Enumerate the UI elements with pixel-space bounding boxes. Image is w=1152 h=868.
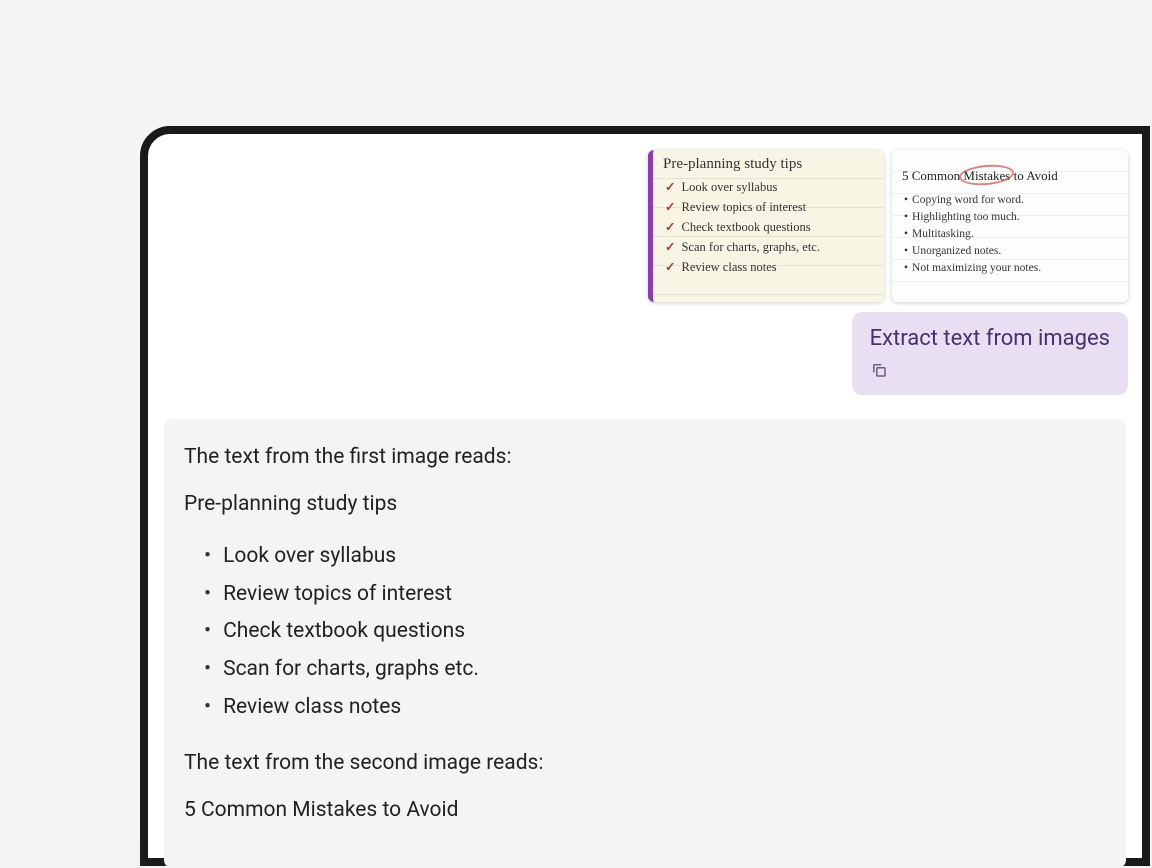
note2-item: Not maximizing your notes.	[904, 260, 1122, 277]
ai-heading-1: Pre-planning study tips	[184, 490, 1106, 519]
check-icon: ✓	[665, 257, 675, 277]
circled-word: Mistakes	[963, 168, 1010, 184]
note2-item: Multitasking.	[904, 226, 1122, 243]
list-item: Check textbook questions	[204, 613, 1106, 651]
device-frame: Pre-planning study tips ✓Look over sylla…	[140, 126, 1150, 866]
chat-area: Pre-planning study tips ✓Look over sylla…	[148, 134, 1142, 868]
check-icon: ✓	[665, 237, 675, 257]
ai-response: The text from the first image reads: Pre…	[164, 419, 1126, 868]
ai-heading-2: 5 Common Mistakes to Avoid	[184, 796, 1106, 825]
attachments-row: Pre-planning study tips ✓Look over sylla…	[162, 150, 1128, 302]
note1-item: ✓Check textbook questions	[665, 217, 878, 237]
check-icon: ✓	[665, 197, 675, 217]
note2-item: Unorganized notes.	[904, 243, 1122, 260]
check-icon: ✓	[665, 177, 675, 197]
check-icon: ✓	[665, 217, 675, 237]
note2-title: 5 Common Mistakes to Avoid	[892, 150, 1128, 190]
ai-intro-1: The text from the first image reads:	[184, 443, 1106, 472]
note1-item: ✓Review topics of interest	[665, 197, 878, 217]
attachment-note-2[interactable]: 5 Common Mistakes to Avoid Copying word …	[892, 150, 1128, 302]
note1-item: ✓Review class notes	[665, 257, 878, 277]
list-item: Look over syllabus	[204, 538, 1106, 576]
attachment-note-1[interactable]: Pre-planning study tips ✓Look over sylla…	[648, 150, 884, 302]
note2-item: Highlighting too much.	[904, 209, 1122, 226]
list-item: Scan for charts, graphs etc.	[204, 651, 1106, 689]
user-message-text: Extract text from images	[870, 326, 1110, 351]
note1-item: ✓Scan for charts, graphs, etc.	[665, 237, 878, 257]
copy-icon[interactable]	[870, 361, 888, 379]
user-message-bubble[interactable]: Extract text from images	[852, 312, 1128, 395]
list-item: Review class notes	[204, 689, 1106, 727]
note2-list: Copying word for word. Highlighting too …	[892, 190, 1128, 277]
list-item: Review topics of interest	[204, 576, 1106, 614]
note2-item: Copying word for word.	[904, 192, 1122, 209]
ai-intro-2: The text from the second image reads:	[184, 749, 1106, 778]
ai-list-1: Look over syllabus Review topics of inte…	[204, 538, 1106, 727]
note1-list: ✓Look over syllabus ✓Review topics of in…	[653, 177, 884, 277]
note1-title: Pre-planning study tips	[653, 150, 884, 177]
note1-item: ✓Look over syllabus	[665, 177, 878, 197]
